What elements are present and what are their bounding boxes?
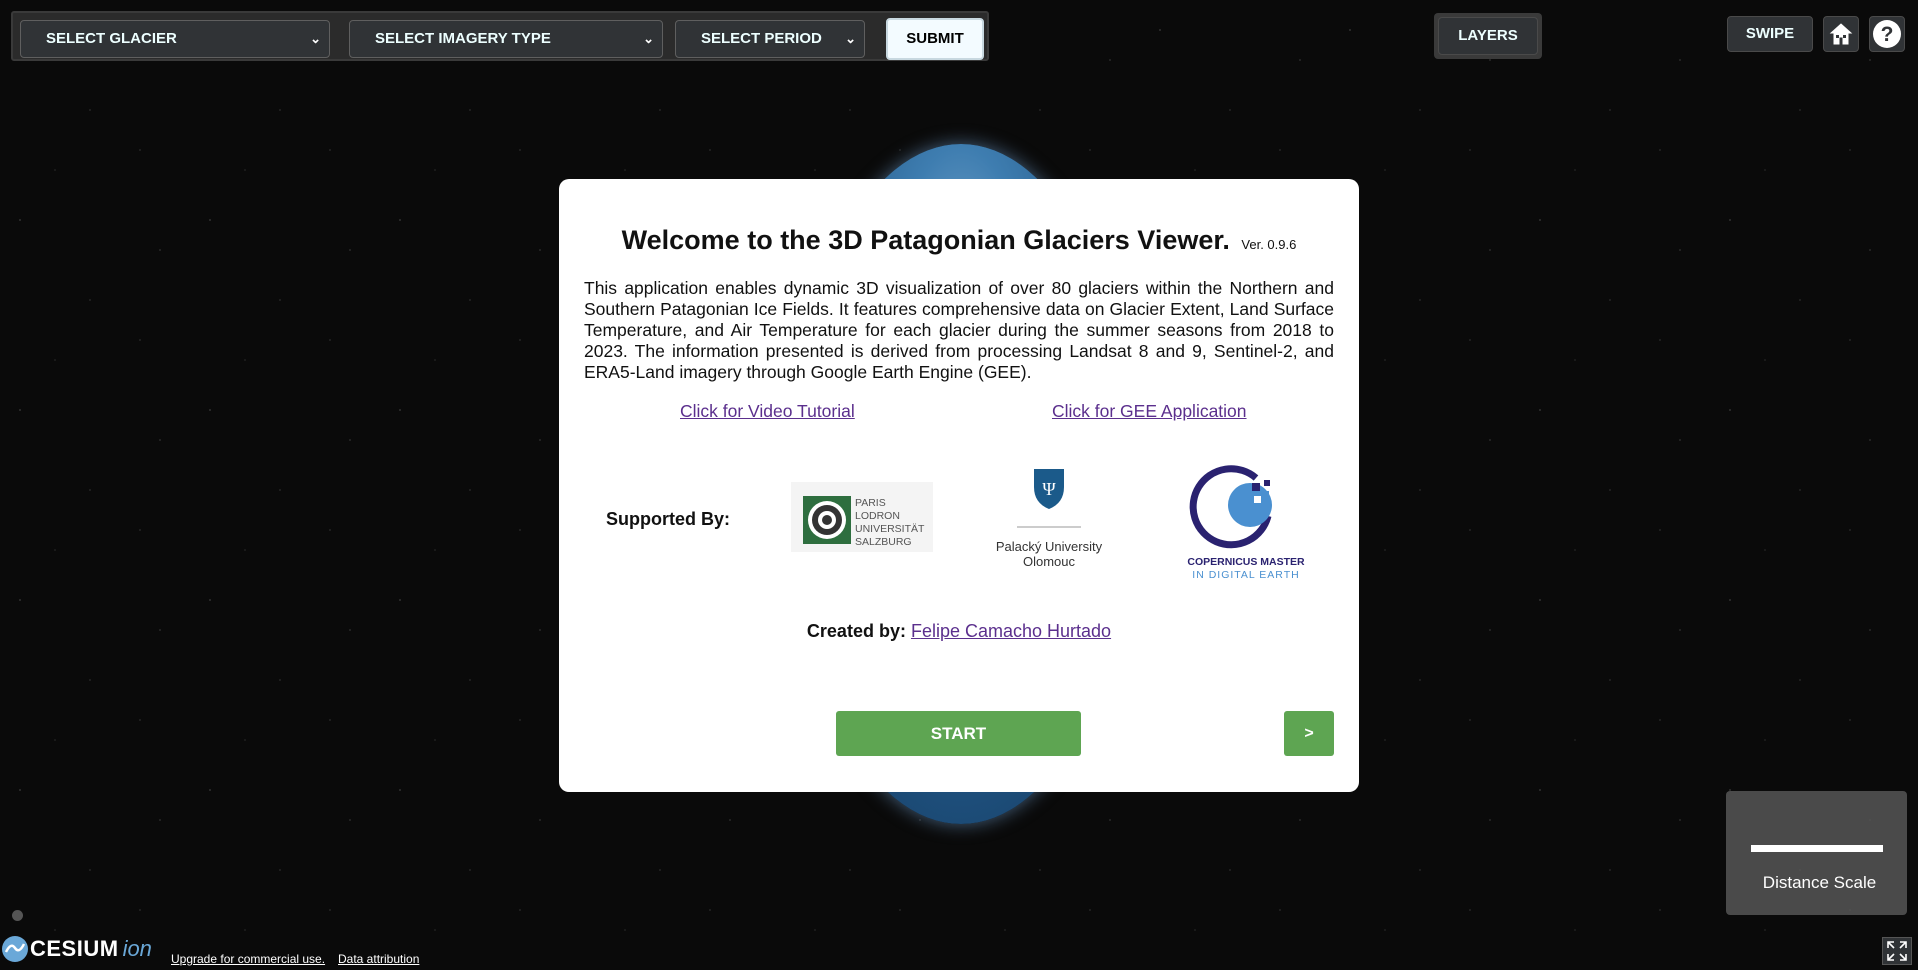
next-button[interactable]: > — [1284, 711, 1334, 756]
svg-text:?: ? — [1881, 23, 1894, 46]
chevron-down-icon: ⌄ — [845, 31, 856, 46]
swipe-button[interactable]: SWIPE — [1727, 16, 1813, 52]
chevron-down-icon: ⌄ — [643, 31, 654, 46]
plus-line-4: SALZBURG — [855, 536, 912, 548]
cesium-text: CESIUM — [30, 936, 119, 961]
home-button[interactable] — [1823, 16, 1859, 52]
supported-by-label: Supported By: — [606, 509, 730, 529]
gee-application-link[interactable]: Click for GEE Application — [1052, 401, 1247, 422]
created-by-label: Created by: — [806, 621, 906, 641]
plus-salzburg-logo: PARIS LODRON UNIVERSITÄT SALZBURG — [791, 482, 933, 552]
fullscreen-icon — [1887, 941, 1907, 961]
chevron-down-icon: ⌄ — [310, 31, 321, 46]
palacky-line-2: Olomouc — [1023, 554, 1076, 569]
select-period-dropdown[interactable]: SELECT PERIOD ⌄ — [675, 20, 865, 58]
select-period-label: SELECT PERIOD — [701, 30, 822, 47]
plus-line-1: PARIS — [855, 497, 886, 509]
data-attribution-link[interactable]: Data attribution — [338, 952, 419, 966]
created-by: Created by: Felipe Camacho Hurtado — [559, 621, 1359, 642]
palacky-university-logo: Ψ Palacký University Olomouc — [984, 465, 1114, 575]
welcome-modal: Welcome to the 3D Patagonian Glaciers Vi… — [559, 179, 1359, 792]
upgrade-link[interactable]: Upgrade for commercial use. — [171, 952, 325, 966]
select-glacier-dropdown[interactable]: SELECT GLACIER ⌄ — [20, 20, 330, 58]
start-button[interactable]: START — [836, 711, 1081, 756]
copernicus-line-2: IN DIGITAL EARTH — [1192, 569, 1299, 581]
plus-line-2: LODRON — [855, 510, 900, 522]
cesium-ion-logo[interactable]: CESIUM ion — [0, 936, 152, 962]
help-button[interactable]: ? — [1869, 16, 1905, 52]
copernicus-master-logo: COPERNICUS MASTER IN DIGITAL EARTH — [1174, 458, 1314, 582]
distance-scale: Distance Scale — [1726, 791, 1907, 915]
layers-panel: LAYERS — [1434, 13, 1542, 59]
distance-scale-label: Distance Scale — [1762, 873, 1877, 892]
modal-title: Welcome to the 3D Patagonian Glaciers Vi… — [559, 225, 1359, 256]
modal-description: This application enables dynamic 3D visu… — [584, 278, 1334, 382]
top-toolbar: SELECT GLACIER ⌄ SELECT IMAGERY TYPE ⌄ S… — [11, 11, 989, 61]
modal-title-text: Welcome to the 3D Patagonian Glaciers Vi… — [621, 225, 1230, 255]
status-dot — [12, 910, 23, 921]
video-tutorial-link[interactable]: Click for Video Tutorial — [680, 401, 855, 422]
version-label: Ver. 0.9.6 — [1241, 237, 1297, 252]
help-icon: ? — [1873, 20, 1901, 48]
cesium-logo-icon — [2, 936, 28, 962]
submit-button[interactable]: SUBMIT — [886, 18, 984, 60]
layers-button[interactable]: LAYERS — [1438, 17, 1538, 55]
select-imagery-label: SELECT IMAGERY TYPE — [375, 30, 551, 47]
scale-bar — [1751, 845, 1883, 852]
home-icon — [1829, 23, 1853, 45]
plus-line-3: UNIVERSITÄT — [855, 523, 925, 535]
ion-text: ion — [122, 936, 152, 961]
select-glacier-label: SELECT GLACIER — [46, 30, 177, 47]
select-imagery-dropdown[interactable]: SELECT IMAGERY TYPE ⌄ — [349, 20, 663, 58]
palacky-line-1: Palacký University — [996, 539, 1103, 554]
author-link[interactable]: Felipe Camacho Hurtado — [911, 621, 1111, 641]
svg-text:Ψ: Ψ — [1042, 479, 1056, 499]
copernicus-line-1: COPERNICUS MASTER — [1187, 556, 1305, 568]
fullscreen-button[interactable] — [1882, 937, 1912, 965]
